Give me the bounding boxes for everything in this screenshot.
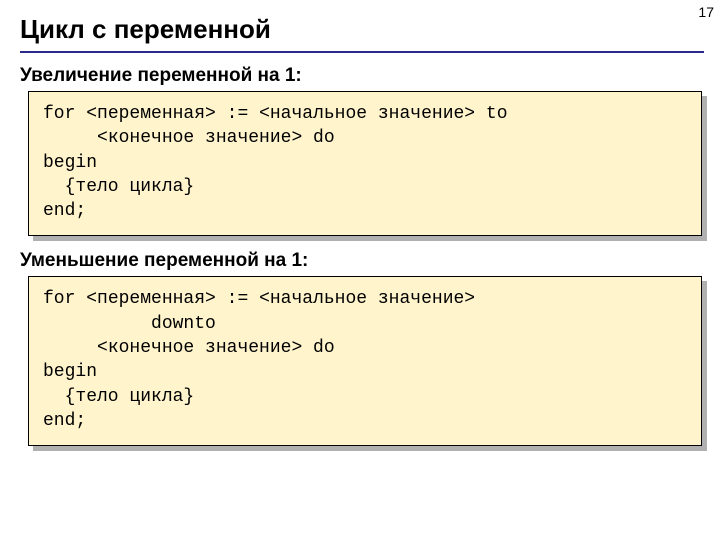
code-placeholder: <начальное значение> (259, 289, 475, 309)
code-text: to (475, 104, 507, 124)
code-text: for (43, 104, 86, 124)
title-divider (20, 51, 704, 53)
code-text: downto (43, 314, 216, 334)
code-text: := (216, 104, 259, 124)
page-number: 17 (698, 4, 714, 20)
code-text: end; (43, 201, 86, 221)
code-placeholder: <начальное значение> (259, 104, 475, 124)
code-text (43, 338, 97, 358)
code-placeholder: <конечное значение> (97, 128, 302, 148)
code-text: begin (43, 153, 97, 173)
codebox-2-content: for <переменная> := <начальное значение>… (28, 276, 702, 446)
section2-heading: Уменьшение переменной на 1: (20, 250, 704, 272)
code-placeholder: <переменная> (86, 104, 216, 124)
codebox-1-content: for <переменная> := <начальное значение>… (28, 91, 702, 236)
codebox-2: for <переменная> := <начальное значение>… (28, 276, 702, 446)
code-text: end; (43, 411, 86, 431)
code-text: for (43, 289, 86, 309)
code-text (43, 128, 97, 148)
code-text: do (302, 338, 334, 358)
code-text: {тело цикла} (43, 387, 194, 407)
slide-content: Цикл с переменной Увеличение переменной … (0, 0, 720, 446)
section1-heading: Увеличение переменной на 1: (20, 65, 704, 87)
code-placeholder: <конечное значение> (97, 338, 302, 358)
code-text: := (216, 289, 259, 309)
code-text: {тело цикла} (43, 177, 194, 197)
code-placeholder: <переменная> (86, 289, 216, 309)
code-text: do (302, 128, 334, 148)
code-text: begin (43, 362, 97, 382)
page-title: Цикл с переменной (20, 14, 704, 45)
codebox-1: for <переменная> := <начальное значение>… (28, 91, 702, 236)
